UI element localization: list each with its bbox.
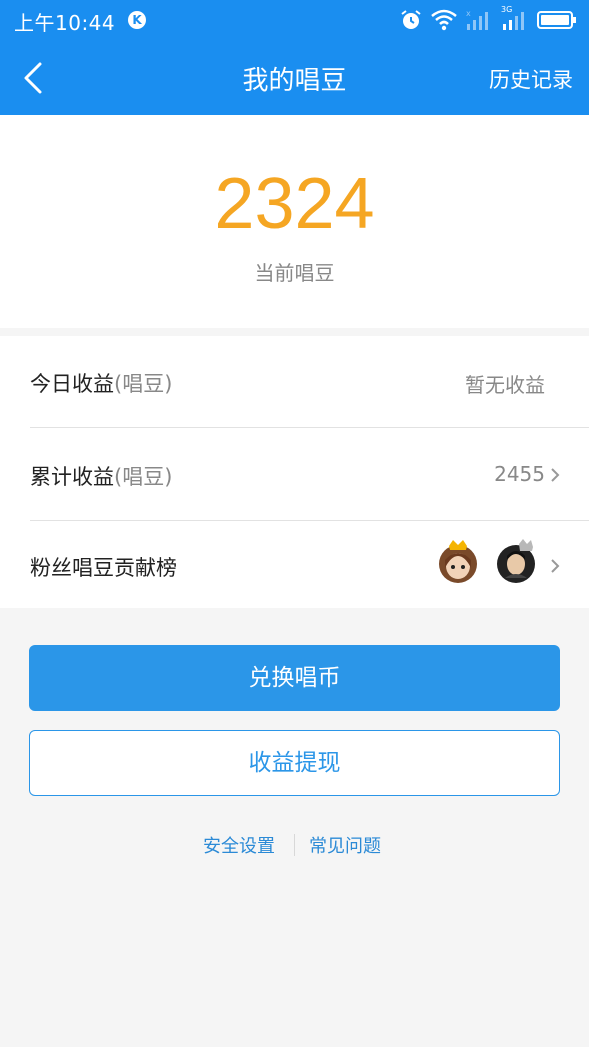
status-icons: x 3G [399,5,579,34]
faq-link[interactable]: 常见问题 [309,832,381,858]
nav-bar: 我的唱豆 历史记录 [0,40,589,115]
row-label: 今日收益(唱豆) [30,368,172,398]
row-unit: (唱豆) [114,465,173,489]
withdraw-earnings-button[interactable]: 收益提现 [29,730,560,796]
avatar-gold-crown [439,540,477,583]
battery-icon [537,11,576,29]
balance-card: 2324 当前唱豆 [0,115,589,328]
chevron-right-icon [551,559,560,573]
row-label: 累计收益(唱豆) [30,461,172,491]
row-fan-ranking[interactable]: 粉丝唱豆贡献榜 [30,522,589,608]
row-today-earnings: 今日收益(唱豆) 暂无收益 [30,336,589,428]
row-label-text: 粉丝唱豆贡献榜 [30,556,177,580]
signal-icon: x [466,9,488,30]
row-label-text: 今日收益 [30,372,114,396]
history-link[interactable]: 历史记录 [489,64,573,94]
security-settings-link[interactable]: 安全设置 [203,832,275,858]
row-total-earnings[interactable]: 累计收益(唱豆) 2455 [30,429,589,521]
earnings-list: 今日收益(唱豆) 暂无收益 累计收益(唱豆) 2455 粉丝唱豆贡献榜 [0,336,589,608]
footer-links: 安全设置 常见问题 [0,832,589,858]
chevron-right-icon [551,468,560,482]
wifi-icon [431,9,457,31]
row-label-text: 累计收益 [30,465,114,489]
alarm-icon [401,10,421,29]
network-type-label: 3G [501,5,513,14]
link-divider [294,834,295,856]
row-label: 粉丝唱豆贡献榜 [30,552,177,582]
svg-text:x: x [466,9,471,18]
row-value: 暂无收益 [465,373,545,397]
row-value: 2455 [494,462,545,486]
exchange-coins-button[interactable]: 兑换唱币 [29,645,560,711]
balance-value: 2324 [214,164,375,244]
balance-label: 当前唱豆 [254,261,335,285]
status-time: 上午10:44 [14,11,116,35]
status-bar: 上午10:44 K x 3G [0,0,589,40]
row-unit: (唱豆) [114,372,173,396]
k-app-icon: K [128,11,146,29]
avatar-silver-crown [497,539,535,583]
